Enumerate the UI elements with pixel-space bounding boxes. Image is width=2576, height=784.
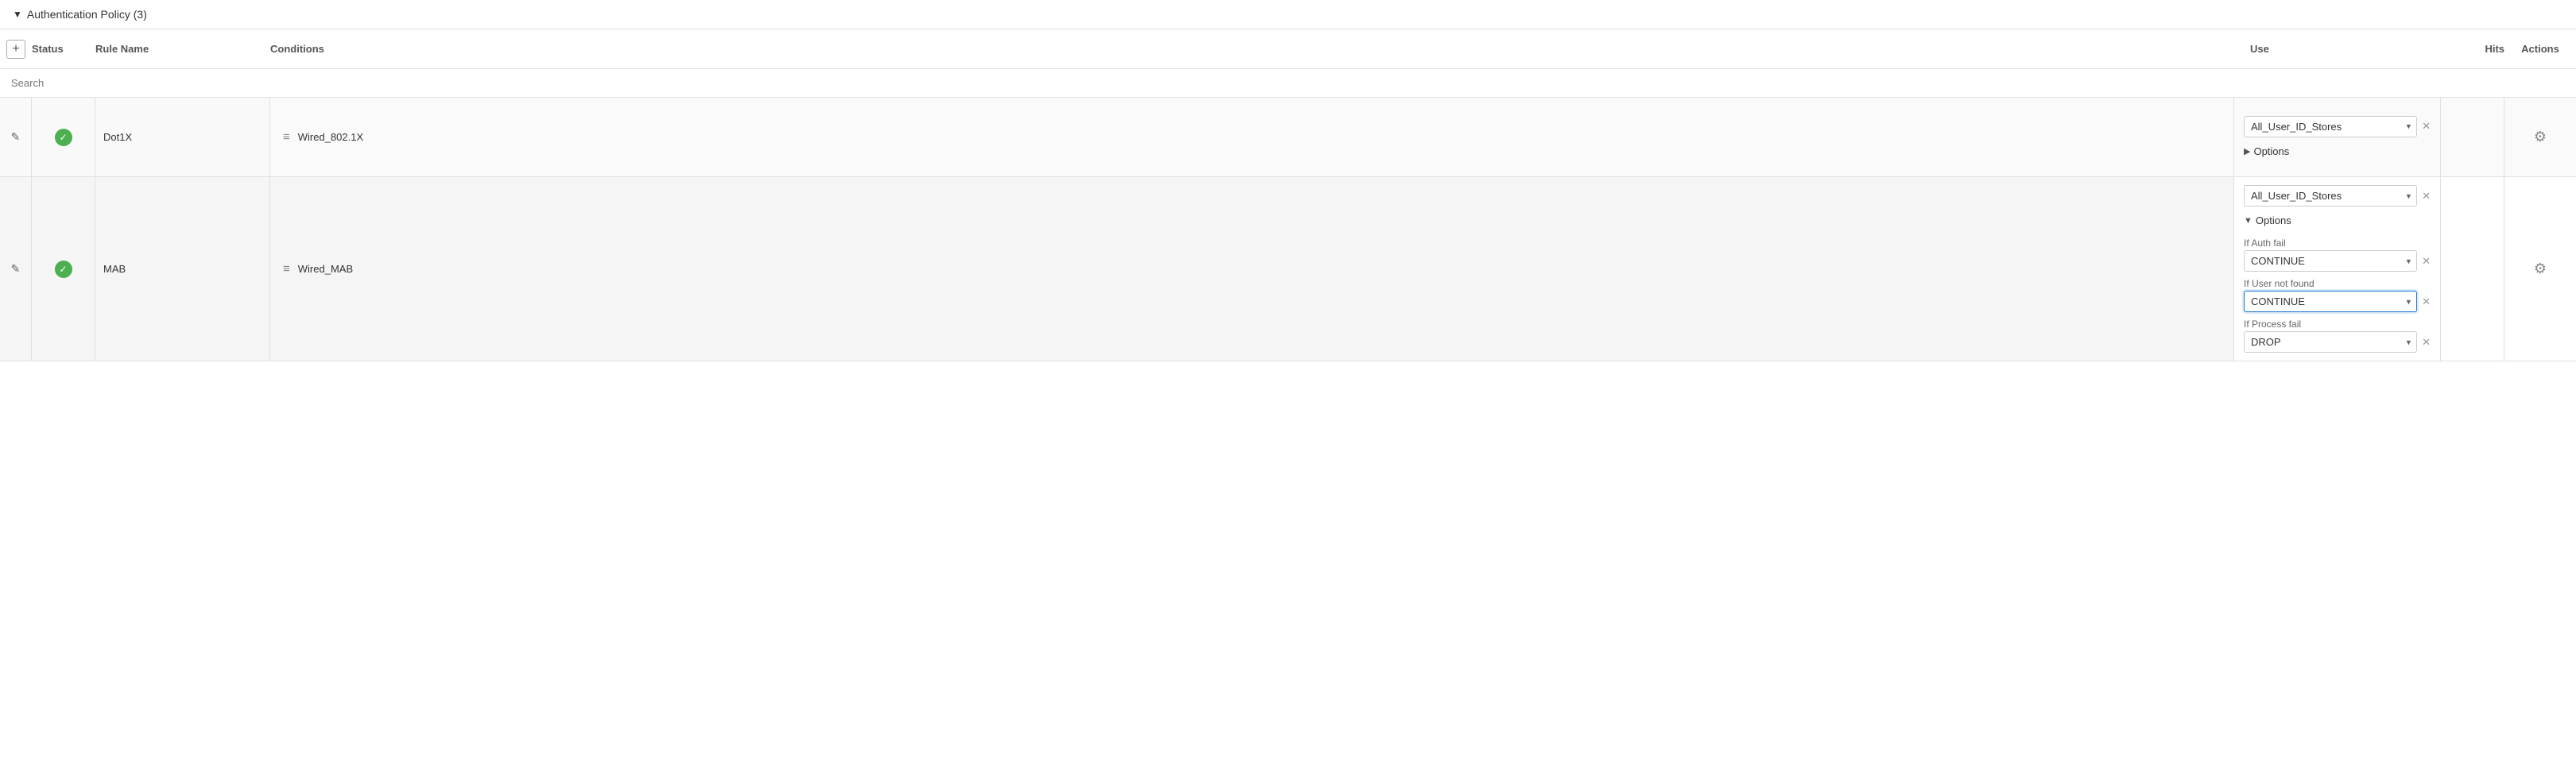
options-toggle-dot1x[interactable]: ▶ Options [2244, 144, 2431, 159]
edit-icon-mab[interactable]: ✎ [8, 259, 24, 279]
add-col: + [0, 40, 32, 59]
table-row: ✎ ✓ MAB ≡ Wired_MAB All_User_ID_Stores ✕ [0, 177, 2576, 361]
use-select-clear-mab[interactable]: ✕ [2422, 190, 2431, 203]
rulename-cell-dot1x: Dot1X [95, 98, 270, 176]
sub-options-mab: If Auth fail CONTINUE DROP REJECT ✕ [2244, 234, 2431, 353]
if-auth-fail-section: If Auth fail CONTINUE DROP REJECT ✕ [2244, 238, 2431, 272]
rulename-mab: MAB [103, 263, 126, 275]
condition-value-mab: Wired_MAB [298, 263, 353, 275]
table-headers: + Status Rule Name Conditions Use Hits A… [0, 29, 2576, 69]
if-auth-fail-clear[interactable]: ✕ [2422, 255, 2431, 268]
gear-icon-dot1x[interactable]: ⚙ [2528, 126, 2553, 149]
if-auth-fail-select[interactable]: CONTINUE DROP REJECT [2244, 250, 2417, 272]
use-select-wrapper-dot1x: All_User_ID_Stores [2244, 116, 2417, 137]
status-col-header: Status [32, 43, 95, 55]
conditions-cell-dot1x: ≡ Wired_802.1X [270, 98, 2234, 176]
condition-icon-dot1x: ≡ [283, 130, 290, 144]
if-process-fail-select-wrapper: DROP CONTINUE REJECT [2244, 331, 2417, 353]
status-icon-mab: ✓ [55, 261, 72, 278]
conditions-col-header: Conditions [270, 43, 2250, 55]
hits-cell-mab [2441, 177, 2504, 361]
conditions-cell-mab: ≡ Wired_MAB [270, 177, 2234, 361]
edit-icon-dot1x[interactable]: ✎ [8, 127, 24, 147]
policy-header: ▼ Authentication Policy (3) [0, 0, 2576, 29]
use-select-wrapper-mab: All_User_ID_Stores [2244, 185, 2417, 207]
use-select-row-mab: All_User_ID_Stores ✕ [2244, 185, 2431, 207]
if-user-not-found-select-wrapper: CONTINUE DROP REJECT [2244, 291, 2417, 312]
gear-icon-mab[interactable]: ⚙ [2528, 257, 2553, 280]
rulename-col-header: Rule Name [95, 43, 270, 55]
edit-cell-mab: ✎ [0, 177, 32, 361]
actions-col-header: Actions [2504, 43, 2576, 55]
use-select-row-dot1x: All_User_ID_Stores ✕ [2244, 116, 2431, 137]
search-row [0, 69, 2576, 98]
if-process-fail-clear[interactable]: ✕ [2422, 336, 2431, 349]
condition-icon-mab: ≡ [283, 262, 290, 276]
if-process-fail-section: If Process fail DROP CONTINUE REJECT ✕ [2244, 319, 2431, 353]
hits-cell-dot1x [2441, 98, 2504, 176]
status-cell-dot1x: ✓ [32, 98, 95, 176]
add-rule-button[interactable]: + [6, 40, 25, 59]
rulename-cell-mab: MAB [95, 177, 270, 361]
if-user-not-found-section: If User not found CONTINUE DROP REJECT ✕ [2244, 278, 2431, 312]
edit-cell-dot1x: ✎ [0, 98, 32, 176]
options-toggle-mab[interactable]: ▼ Options [2244, 213, 2431, 228]
collapse-icon[interactable]: ▼ [13, 9, 22, 20]
if-process-fail-label: If Process fail [2244, 319, 2431, 330]
use-cell-mab: All_User_ID_Stores ✕ ▼ Options If Auth f… [2234, 177, 2441, 361]
if-user-not-found-label: If User not found [2244, 278, 2431, 289]
if-user-not-found-select[interactable]: CONTINUE DROP REJECT [2244, 291, 2417, 312]
use-select-dot1x[interactable]: All_User_ID_Stores [2244, 116, 2417, 137]
use-select-mab[interactable]: All_User_ID_Stores [2244, 185, 2417, 207]
if-auth-fail-select-wrapper: CONTINUE DROP REJECT [2244, 250, 2417, 272]
options-caret-dot1x: ▶ [2244, 146, 2250, 156]
use-col-header: Use [2250, 43, 2441, 55]
status-icon-dot1x: ✓ [55, 129, 72, 146]
options-label-dot1x: Options [2253, 145, 2289, 157]
use-select-clear-dot1x[interactable]: ✕ [2422, 120, 2431, 133]
actions-cell-dot1x: ⚙ [2504, 98, 2576, 176]
options-label-mab: Options [2256, 214, 2291, 226]
if-user-not-found-select-row: CONTINUE DROP REJECT ✕ [2244, 291, 2431, 312]
hits-col-header: Hits [2441, 43, 2504, 55]
if-auth-fail-label: If Auth fail [2244, 238, 2431, 249]
table-row: ✎ ✓ Dot1X ≡ Wired_802.1X All_User_ID_Sto… [0, 98, 2576, 177]
if-process-fail-select-row: DROP CONTINUE REJECT ✕ [2244, 331, 2431, 353]
if-user-not-found-clear[interactable]: ✕ [2422, 295, 2431, 308]
status-cell-mab: ✓ [32, 177, 95, 361]
search-input[interactable] [6, 74, 2570, 92]
if-auth-fail-select-row: CONTINUE DROP REJECT ✕ [2244, 250, 2431, 272]
actions-cell-mab: ⚙ [2504, 177, 2576, 361]
rulename-dot1x: Dot1X [103, 131, 132, 143]
if-process-fail-select[interactable]: DROP CONTINUE REJECT [2244, 331, 2417, 353]
policy-title: Authentication Policy (3) [27, 8, 147, 21]
page-wrapper: ▼ Authentication Policy (3) + Status Rul… [0, 0, 2576, 784]
options-caret-mab: ▼ [2244, 216, 2253, 226]
use-cell-dot1x: All_User_ID_Stores ✕ ▶ Options [2234, 98, 2441, 176]
condition-value-dot1x: Wired_802.1X [298, 131, 363, 143]
